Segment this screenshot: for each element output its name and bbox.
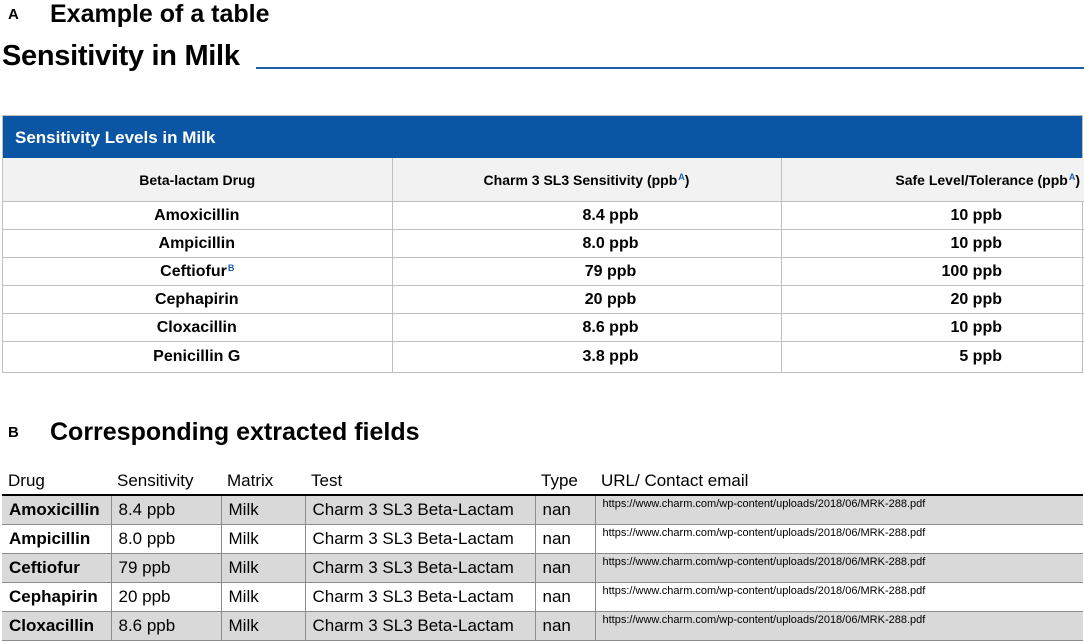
- matrix-cell: Milk: [220, 553, 305, 583]
- column-header: URL/ Contact email: [595, 467, 1083, 496]
- column-header: Beta-lactam Drug: [3, 158, 392, 202]
- table-header-row: Drug Sensitivity Matrix Test Type URL/ C…: [2, 467, 1083, 496]
- sensitivity-heading: Sensitivity in Milk: [2, 40, 240, 72]
- test-cell: Charm 3 SL3 Beta-Lactam: [304, 524, 535, 554]
- table-row: Cloxacillin 8.6 ppb Milk Charm 3 SL3 Beta-L…: [2, 611, 1083, 641]
- table-row: Penicillin G 3.8 ppb 5 ppb: [3, 341, 1084, 372]
- drug-cell: Ceftiofur: [2, 553, 111, 583]
- sensitivity-table: Sensitivity Levels in Milk Beta-lactam D…: [2, 115, 1084, 373]
- footnote-marker: B: [227, 262, 235, 273]
- test-cell: Charm 3 SL3 Beta-Lactam: [304, 553, 535, 583]
- sensitivity-cell: 79 ppb: [391, 257, 781, 286]
- column-header: Matrix: [221, 467, 305, 496]
- panel-a-title: Example of a table: [50, 0, 270, 28]
- table-row: Ampicillin 8.0 ppb Milk Charm 3 SL3 Beta-La…: [2, 524, 1083, 554]
- table-row: Ceftiofur 79 ppb Milk Charm 3 SL3 Beta-Lact…: [2, 553, 1083, 583]
- drug-cell: Cloxacillin: [3, 313, 392, 342]
- matrix-cell: Milk: [220, 611, 305, 641]
- drug-cell: Ampicillin: [2, 524, 111, 554]
- column-header: Test: [305, 467, 535, 496]
- table-row: Amoxicillin 8.4 ppb Milk Charm 3 SL3 Beta-L…: [2, 495, 1083, 525]
- table-row: Ampicillin 8.0 ppb 10 ppb: [3, 229, 1084, 258]
- type-cell: nan: [534, 611, 595, 641]
- url-cell: https://www.charm.com/wp-content/uploads…: [594, 495, 1083, 525]
- panel-b-letter: B: [8, 424, 19, 441]
- url-cell: https://www.charm.com/wp-content/uploads…: [594, 553, 1083, 583]
- matrix-cell: Milk: [220, 524, 305, 554]
- sensitivity-cell: 3.8 ppb: [391, 341, 781, 372]
- table-row: Amoxicillin 8.4 ppb 10 ppb: [3, 201, 1084, 230]
- column-header: Type: [535, 467, 595, 496]
- url-cell: https://www.charm.com/wp-content/uploads…: [594, 582, 1083, 612]
- column-header: Drug: [2, 467, 111, 496]
- column-header: Charm 3 SL3 Sensitivity (ppbA): [391, 158, 781, 202]
- type-cell: nan: [534, 553, 595, 583]
- type-cell: nan: [534, 524, 595, 554]
- column-header: Sensitivity: [111, 467, 221, 496]
- tolerance-cell: 10 ppb: [780, 313, 1084, 342]
- column-header: Safe Level/Tolerance (ppbA): [780, 158, 1084, 202]
- heading-rule: [256, 67, 1084, 69]
- sensitivity-cell: 8.6 ppb: [391, 313, 781, 342]
- sensitivity-cell: 20 ppb: [110, 582, 221, 612]
- table-header-row: Beta-lactam Drug Charm 3 SL3 Sensitivity…: [3, 158, 1084, 202]
- sensitivity-cell: 8.6 ppb: [110, 611, 221, 641]
- table-row: Cephapirin 20 ppb Milk Charm 3 SL3 Beta-Lac…: [2, 582, 1083, 612]
- sensitivity-cell: 79 ppb: [110, 553, 221, 583]
- type-cell: nan: [534, 582, 595, 612]
- tolerance-cell: 5 ppb: [780, 341, 1084, 372]
- table-title-bar: Sensitivity Levels in Milk: [3, 116, 1082, 158]
- drug-cell: Amoxicillin: [2, 495, 111, 525]
- tolerance-cell: 10 ppb: [780, 229, 1084, 258]
- panel-b-title: Corresponding extracted fields: [50, 418, 420, 446]
- matrix-cell: Milk: [220, 582, 305, 612]
- sensitivity-cell: 8.0 ppb: [391, 229, 781, 258]
- extracted-fields-table: Drug Sensitivity Matrix Test Type URL/ C…: [2, 467, 1083, 641]
- sensitivity-cell: 8.4 ppb: [391, 201, 781, 230]
- tolerance-cell: 20 ppb: [780, 285, 1084, 314]
- drug-cell: Cloxacillin: [2, 611, 111, 641]
- drug-cell: Ampicillin: [3, 229, 392, 258]
- table-row: Cloxacillin 8.6 ppb 10 ppb: [3, 313, 1084, 342]
- table-row: CeftiofurB 79 ppb 100 ppb: [3, 257, 1084, 286]
- tolerance-cell: 100 ppb: [780, 257, 1084, 286]
- drug-cell: Penicillin G: [3, 341, 392, 372]
- sensitivity-cell: 8.0 ppb: [110, 524, 221, 554]
- sensitivity-cell: 20 ppb: [391, 285, 781, 314]
- type-cell: nan: [534, 495, 595, 525]
- sensitivity-cell: 8.4 ppb: [110, 495, 221, 525]
- test-cell: Charm 3 SL3 Beta-Lactam: [304, 495, 535, 525]
- test-cell: Charm 3 SL3 Beta-Lactam: [304, 582, 535, 612]
- drug-cell: Cephapirin: [2, 582, 111, 612]
- test-cell: Charm 3 SL3 Beta-Lactam: [304, 611, 535, 641]
- matrix-cell: Milk: [220, 495, 305, 525]
- panel-a-letter: A: [8, 6, 19, 23]
- tolerance-cell: 10 ppb: [780, 201, 1084, 230]
- url-cell: https://www.charm.com/wp-content/uploads…: [594, 524, 1083, 554]
- drug-cell: Cephapirin: [3, 285, 392, 314]
- drug-cell: Amoxicillin: [3, 201, 392, 230]
- table-row: Cephapirin 20 ppb 20 ppb: [3, 285, 1084, 314]
- url-cell: https://www.charm.com/wp-content/uploads…: [594, 611, 1083, 641]
- drug-cell: CeftiofurB: [3, 257, 392, 286]
